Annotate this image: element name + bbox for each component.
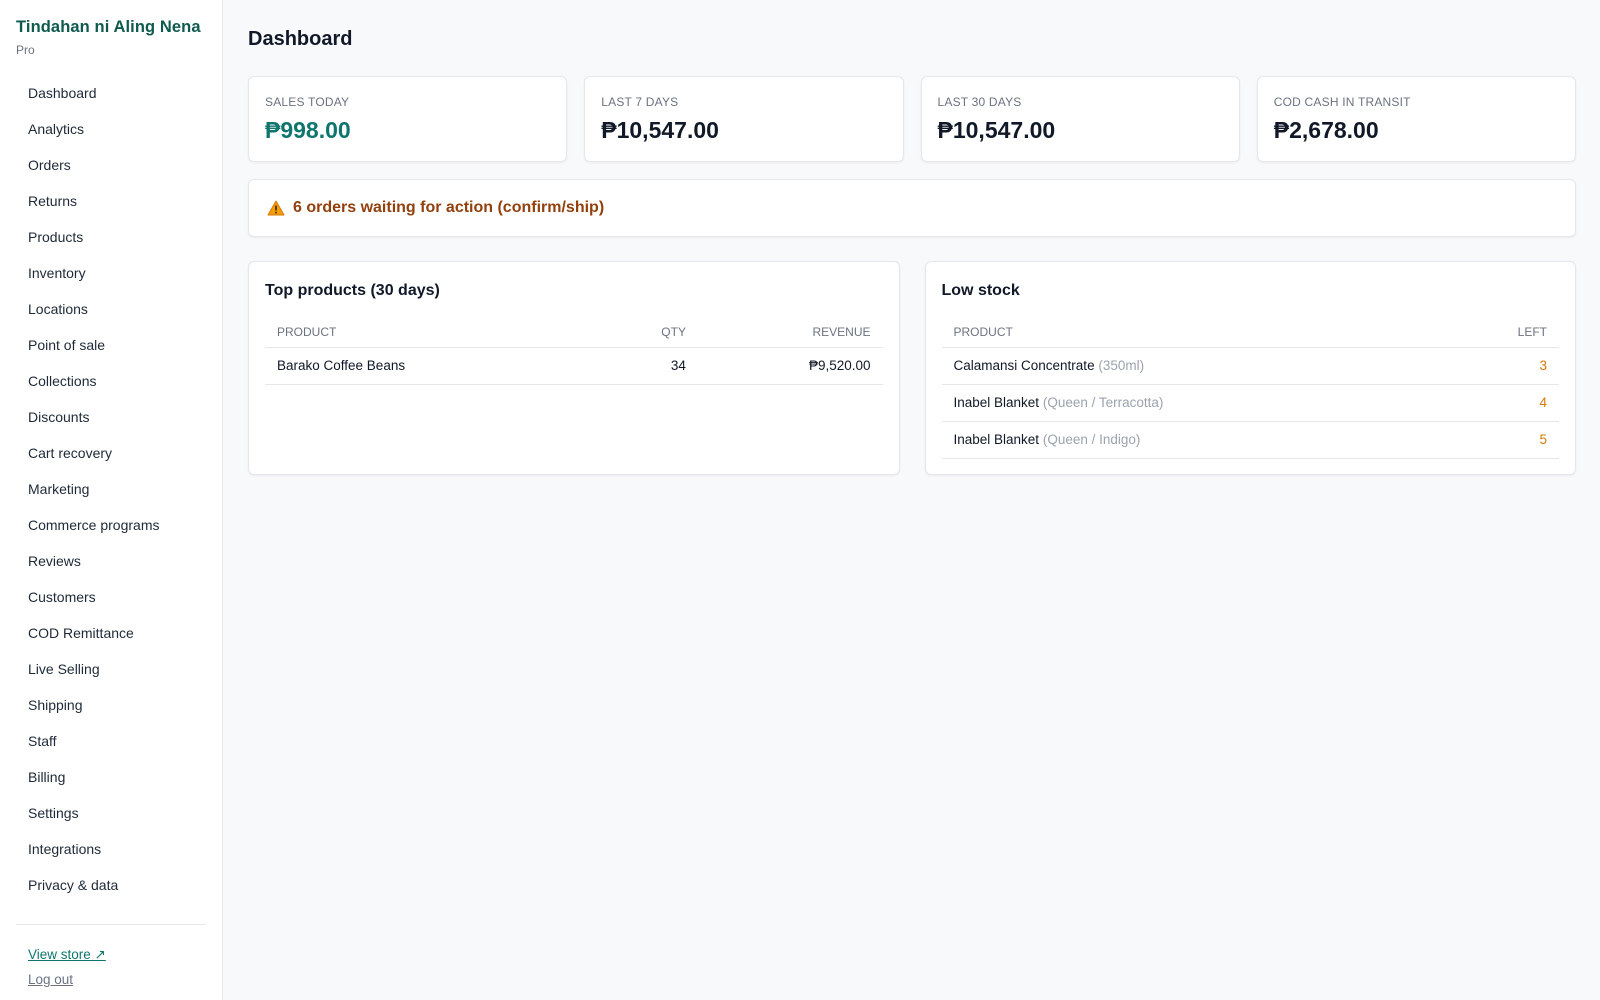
stat-label: SALES TODAY [265, 95, 350, 109]
sidebar-item-staff[interactable]: Staff [16, 723, 206, 759]
stat-card-last-7-days: LAST 7 DAYS ₱10,547.00 [584, 76, 904, 162]
warning-icon [267, 200, 285, 216]
stat-card-cod-cash-in-transit: COD CASH IN TRANSIT ₱2,678.00 [1256, 76, 1576, 162]
sidebar-item-inventory[interactable]: Inventory [16, 255, 206, 291]
main-content: Dashboard SALES TODAY ₱998.00 LAST 7 DAY… [223, 0, 1600, 1000]
column-header-product: PRODUCT [941, 317, 1445, 348]
stat-label: COD CASH IN TRANSIT [1273, 95, 1411, 109]
alert-text: 6 orders waiting for action (confirm/shi… [293, 199, 605, 216]
page-title: Dashboard [248, 28, 353, 50]
product-cell: Calamansi Concentrate (350ml) [941, 347, 1445, 385]
column-header-qty: QTY [593, 317, 698, 348]
sidebar-item-marketing[interactable]: Marketing [16, 471, 206, 507]
sidebar-item-locations[interactable]: Locations [16, 291, 206, 327]
stat-label: LAST 30 DAYS [937, 95, 1022, 109]
store-name: Tindahan ni Aling Nena [16, 18, 201, 36]
table-row: Inabel Blanket (Queen / Indigo) 5 [941, 421, 1559, 459]
stat-value: ₱998.00 [265, 117, 351, 143]
table-row: Calamansi Concentrate (350ml) 3 [941, 347, 1559, 385]
sidebar-item-privacy-data[interactable]: Privacy & data [16, 867, 206, 903]
sidebar-item-integrations[interactable]: Integrations [16, 831, 206, 867]
stats-row: SALES TODAY ₱998.00 LAST 7 DAYS ₱10,547.… [248, 76, 1576, 162]
table-row: Inabel Blanket (Queen / Terracotta) 4 [941, 384, 1559, 422]
column-header-left: LEFT [1444, 317, 1559, 348]
sidebar-divider [16, 924, 206, 925]
panels-row: Top products (30 days) PRODUCT QTY REVEN… [248, 261, 1576, 475]
stat-card-sales-today: SALES TODAY ₱998.00 [248, 76, 568, 162]
product-variant: (Queen / Indigo) [1042, 432, 1141, 447]
stock-left: 4 [1444, 384, 1559, 422]
view-store-link[interactable]: View store ↗ [28, 947, 106, 963]
sidebar: Tindahan ni Aling Nena Pro Dashboard Ana… [0, 0, 223, 1000]
sidebar-item-analytics[interactable]: Analytics [16, 111, 206, 147]
sidebar-item-billing[interactable]: Billing [16, 759, 206, 795]
sidebar-item-discounts[interactable]: Discounts [16, 399, 206, 435]
sidebar-item-dashboard[interactable]: Dashboard [16, 75, 206, 111]
stat-value: ₱10,547.00 [937, 117, 1056, 143]
plan-badge: Pro [16, 43, 35, 57]
table-row: Barako Coffee Beans 34 ₱9,520.00 [265, 347, 883, 385]
product-name: Inabel Blanket [953, 432, 1040, 447]
product-cell: Inabel Blanket (Queen / Terracotta) [941, 384, 1445, 422]
product-cell: Inabel Blanket (Queen / Indigo) [941, 421, 1445, 459]
stat-card-last-30-days: LAST 30 DAYS ₱10,547.00 [920, 76, 1240, 162]
sidebar-item-point-of-sale[interactable]: Point of sale [16, 327, 206, 363]
pending-orders-alert[interactable]: 6 orders waiting for action (confirm/shi… [248, 179, 1576, 237]
column-header-product: PRODUCT [265, 317, 593, 348]
panel-title: Top products (30 days) [265, 282, 440, 299]
product-name: Calamansi Concentrate [953, 358, 1095, 373]
stat-value: ₱10,547.00 [601, 117, 719, 143]
top-products-panel: Top products (30 days) PRODUCT QTY REVEN… [248, 261, 900, 475]
product-qty: 34 [593, 347, 698, 385]
sidebar-item-settings[interactable]: Settings [16, 795, 206, 831]
sidebar-item-shipping[interactable]: Shipping [16, 687, 206, 723]
sidebar-item-reviews[interactable]: Reviews [16, 543, 206, 579]
sidebar-nav: Dashboard Analytics Orders Returns Produ… [16, 75, 206, 903]
table-header-row: PRODUCT LEFT [941, 317, 1559, 348]
column-header-revenue: REVENUE [697, 317, 883, 348]
stat-value: ₱2,678.00 [1273, 117, 1379, 143]
sidebar-item-orders[interactable]: Orders [16, 147, 206, 183]
table-header-row: PRODUCT QTY REVENUE [265, 317, 883, 348]
product-name: Barako Coffee Beans [265, 347, 593, 385]
stock-left: 3 [1444, 347, 1559, 385]
sidebar-item-collections[interactable]: Collections [16, 363, 206, 399]
log-out-link[interactable]: Log out [28, 972, 106, 987]
product-variant: (350ml) [1098, 358, 1145, 373]
top-products-table: PRODUCT QTY REVENUE Barako Coffee Beans … [265, 317, 883, 385]
stock-left: 5 [1444, 421, 1559, 459]
stat-label: LAST 7 DAYS [601, 95, 679, 109]
sidebar-item-cod-remittance[interactable]: COD Remittance [16, 615, 206, 651]
sidebar-footer: View store ↗ Log out [28, 947, 106, 996]
low-stock-panel: Low stock PRODUCT LEFT Calamansi Concent… [924, 261, 1576, 475]
sidebar-item-live-selling[interactable]: Live Selling [16, 651, 206, 687]
sidebar-item-cart-recovery[interactable]: Cart recovery [16, 435, 206, 471]
product-name: Inabel Blanket [953, 395, 1040, 410]
product-variant: (Queen / Terracotta) [1042, 395, 1164, 410]
sidebar-item-commerce-programs[interactable]: Commerce programs [16, 507, 206, 543]
sidebar-item-customers[interactable]: Customers [16, 579, 206, 615]
low-stock-table: PRODUCT LEFT Calamansi Concentrate (350m… [941, 317, 1559, 459]
sidebar-item-returns[interactable]: Returns [16, 183, 206, 219]
product-revenue: ₱9,520.00 [697, 347, 883, 385]
panel-title: Low stock [941, 282, 1020, 299]
sidebar-item-products[interactable]: Products [16, 219, 206, 255]
